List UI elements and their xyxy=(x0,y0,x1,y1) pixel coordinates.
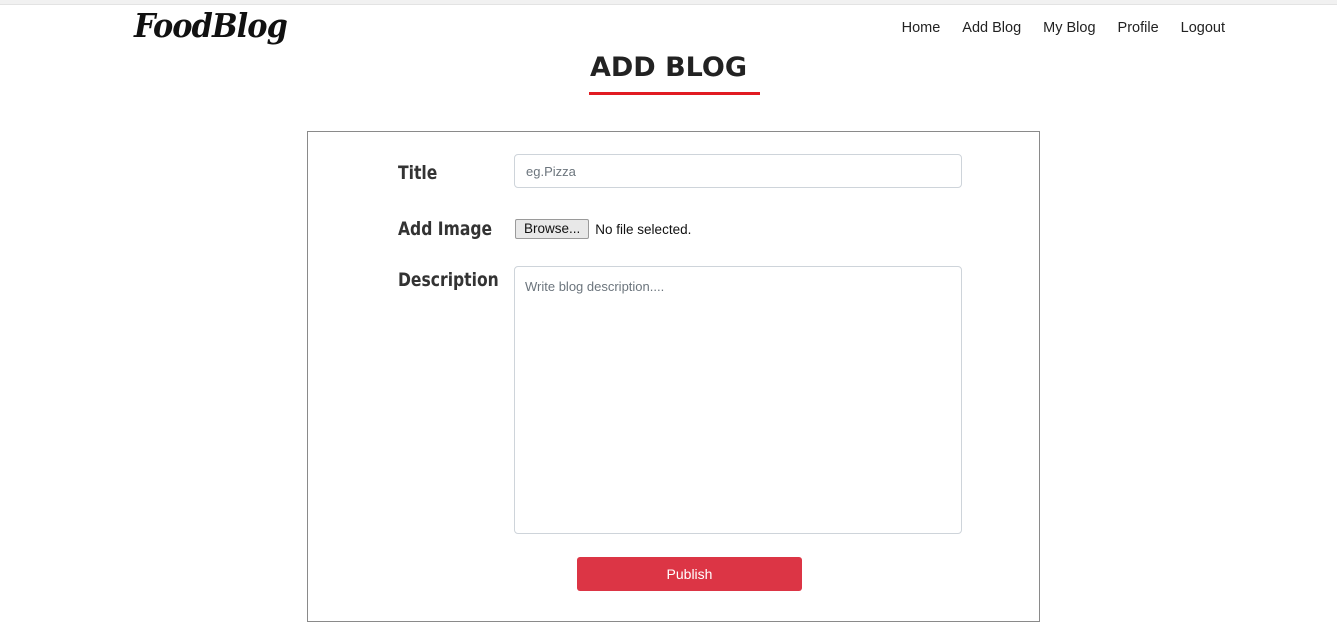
file-status-text: No file selected. xyxy=(595,221,692,237)
browse-button[interactable]: Browse... xyxy=(515,219,590,239)
main-nav: Home Add Blog My Blog Profile Logout xyxy=(880,20,1225,36)
page-title: ADD BLOG xyxy=(589,52,748,83)
add-image-label: Add Image xyxy=(398,218,493,240)
image-file-picker: Browse... No file selected. xyxy=(515,219,691,239)
nav-profile[interactable]: Profile xyxy=(1118,20,1159,36)
browser-top-strip xyxy=(0,0,1337,5)
add-blog-form: Title Add Image Browse... No file select… xyxy=(307,131,1040,622)
description-textarea[interactable] xyxy=(514,266,962,534)
title-label: Title xyxy=(398,162,438,184)
publish-button[interactable]: Publish xyxy=(577,557,802,591)
description-label: Description xyxy=(398,269,499,291)
title-input[interactable] xyxy=(514,154,962,188)
nav-my-blog[interactable]: My Blog xyxy=(1043,20,1095,36)
title-underline xyxy=(589,92,760,95)
nav-add-blog[interactable]: Add Blog xyxy=(962,20,1021,36)
nav-home[interactable]: Home xyxy=(902,20,941,36)
nav-logout[interactable]: Logout xyxy=(1181,20,1225,36)
brand-logo[interactable]: FoodBlog xyxy=(134,6,288,45)
